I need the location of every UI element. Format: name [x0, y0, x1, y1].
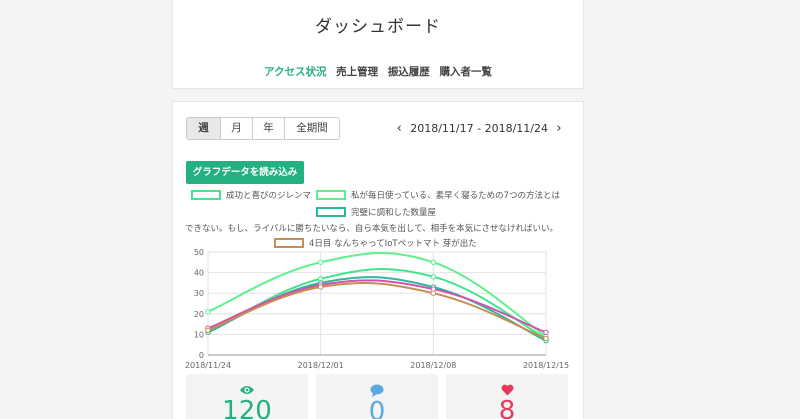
eye-icon [240, 386, 254, 394]
y-tick-label: 40 [194, 269, 204, 278]
y-tick-label: 50 [194, 248, 204, 257]
data-point [430, 274, 437, 280]
comment-icon [370, 384, 384, 397]
likes-stat-card: 8 [446, 374, 568, 419]
y-tick-label: 20 [194, 310, 204, 319]
x-tick-label: 2018/12/15 [523, 361, 569, 370]
x-tick-label: 2018/12/08 [410, 361, 456, 370]
y-tick-label: 0 [199, 351, 204, 360]
x-tick-label: 2018/12/01 [298, 361, 344, 370]
line-chart: 0 10 20 30 40 50 2018/11/24 2018/12/01 2018/12/0… [185, 248, 569, 370]
data-point [317, 284, 324, 290]
data-point [543, 329, 549, 336]
y-tick-label: 30 [194, 289, 204, 298]
data-point [430, 290, 437, 296]
heart-icon [501, 384, 513, 396]
comments-count: 0 [368, 397, 386, 419]
views-stat-card: 120 [186, 374, 308, 419]
comments-stat-card: 0 [316, 374, 438, 419]
x-tick-label: 2018/11/24 [185, 361, 231, 370]
views-count: 120 [222, 396, 272, 419]
data-point [205, 309, 211, 315]
data-point [205, 327, 211, 333]
data-point [317, 259, 324, 265]
data-point [543, 335, 549, 342]
likes-count: 8 [498, 396, 516, 419]
series-line [207, 268, 547, 340]
series-line [207, 251, 547, 338]
data-point [430, 259, 437, 265]
y-tick-label: 10 [194, 330, 204, 339]
